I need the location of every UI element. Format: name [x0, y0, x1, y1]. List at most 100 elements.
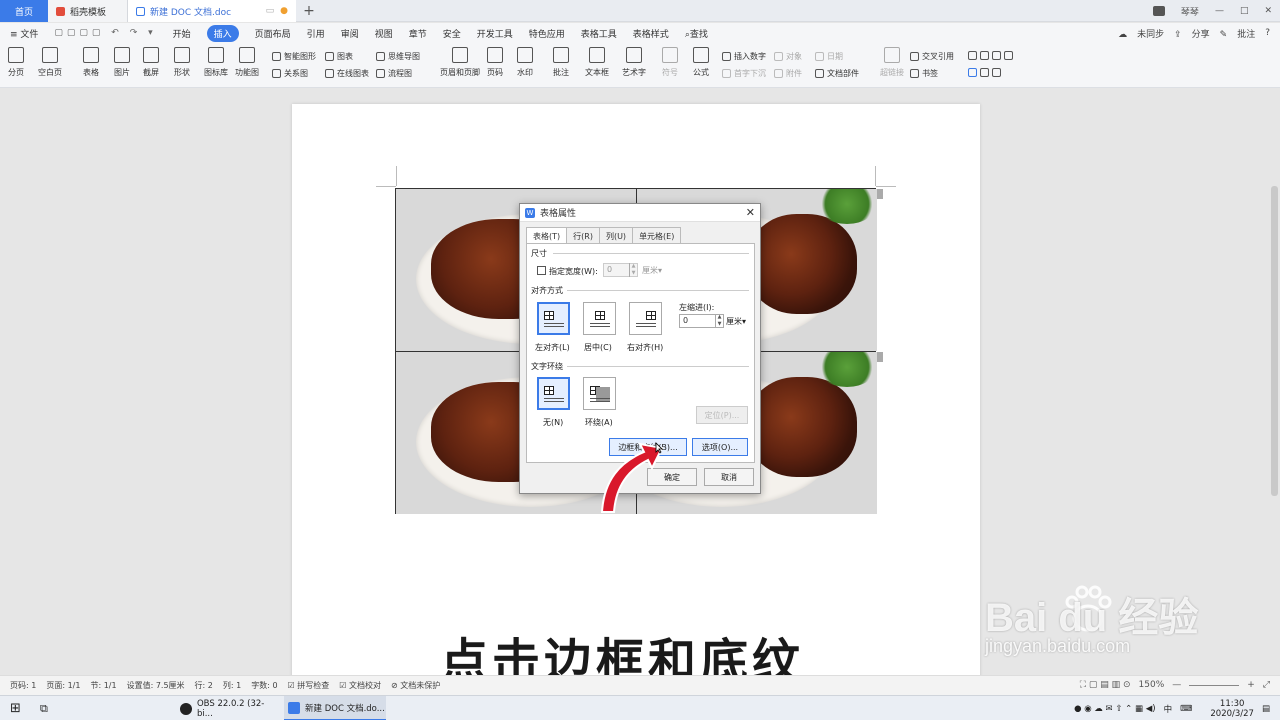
dialog-titlebar[interactable]: W 表格属性 ✕	[520, 204, 760, 222]
mindmap-button[interactable]: 思维导图	[376, 51, 420, 62]
close-button[interactable]: ✕	[1264, 6, 1272, 16]
date-button[interactable]: 日期	[815, 51, 843, 62]
comment-insert-button[interactable]: 批注	[553, 47, 569, 78]
tab-table-style[interactable]: 表格样式	[633, 27, 669, 40]
protect-button[interactable]: ⊘ 文档未保护	[391, 680, 440, 691]
bookmark-button[interactable]: 书签	[910, 68, 938, 79]
tab-references[interactable]: 引用	[307, 27, 325, 40]
page-break-button[interactable]: 分页	[8, 47, 24, 78]
align-left-option[interactable]	[537, 302, 570, 335]
status-page[interactable]: 页面: 1/1	[46, 680, 80, 691]
watermark-button[interactable]: 水印	[517, 47, 533, 78]
taskbar-obs[interactable]: OBS 22.0.2 (32-bi...	[176, 696, 280, 720]
flowchart-button[interactable]: 流程图	[376, 68, 412, 79]
tab-home[interactable]: 首页	[0, 0, 48, 22]
object-button[interactable]: 对象	[774, 51, 802, 62]
table-button[interactable]: 表格	[83, 47, 99, 78]
indent-unit-dropdown[interactable]: 厘米▾	[726, 316, 746, 327]
quick-access-icons[interactable]: ▢▢▢▢ ↶ ↷ ▾	[54, 28, 156, 38]
zoom-in-button[interactable]: +	[1247, 680, 1255, 690]
clock[interactable]: 11:30 2020/3/27	[1202, 699, 1254, 719]
blank-page-button[interactable]: 空白页	[38, 47, 62, 78]
width-spinner[interactable]: ▲ ▼	[629, 263, 637, 277]
tab-special[interactable]: 特色应用	[529, 27, 565, 40]
left-indent-spinner[interactable]: ▲ ▼	[715, 314, 723, 328]
new-tab-button[interactable]: +	[300, 0, 318, 22]
specify-width-checkbox[interactable]	[537, 266, 546, 275]
task-view-icon[interactable]: ⧉	[40, 696, 48, 720]
windows-start-icon[interactable]: ⊞	[10, 696, 21, 720]
status-setting[interactable]: 设置值: 7.5厘米	[127, 680, 185, 691]
status-words[interactable]: 字数: 0	[251, 680, 277, 691]
insert-number-button[interactable]: 插入数字	[722, 51, 766, 62]
help-button[interactable]: ?	[1265, 28, 1270, 38]
comment-button[interactable]: ✎ 批注	[1220, 27, 1256, 40]
drop-cap-button[interactable]: 首字下沉	[722, 68, 766, 79]
tray-icons[interactable]: ● ◉ ☁ ✉ ⇧ ⌃ ▦ ◀)	[1074, 704, 1156, 714]
view-mode-icons[interactable]: ⛶ ▢ ▤ ▥ ⊙	[1080, 680, 1131, 690]
screenshot-button[interactable]: 截屏	[143, 47, 159, 78]
status-section[interactable]: 节: 1/1	[90, 680, 116, 691]
tab-page-layout[interactable]: 页面布局	[255, 27, 291, 40]
notification-icon[interactable]: ▤	[1262, 704, 1270, 714]
tab-insert[interactable]: 插入	[206, 24, 239, 42]
align-right-option[interactable]	[629, 302, 662, 335]
extra-tools-row2[interactable]	[968, 68, 1004, 77]
relation-button[interactable]: 关系图	[272, 68, 308, 79]
zoom-out-button[interactable]: —	[1172, 680, 1181, 690]
tab-review[interactable]: 审阅	[341, 27, 359, 40]
ime-indicator[interactable]: 中	[1164, 703, 1173, 715]
tab-table-tools[interactable]: 表格工具	[581, 27, 617, 40]
vertical-scrollbar[interactable]	[1271, 186, 1278, 496]
icon-library-button[interactable]: 图标库	[204, 47, 228, 78]
taskbar-wps[interactable]: 新建 DOC 文档.do...	[284, 696, 386, 720]
minimize-button[interactable]: —	[1215, 6, 1224, 16]
page-number-button[interactable]: 页码	[487, 47, 503, 78]
symbol-button[interactable]: 符号	[662, 47, 678, 78]
tab-developer[interactable]: 开发工具	[477, 27, 513, 40]
cross-ref-button[interactable]: 交叉引用	[910, 51, 954, 62]
formula-button[interactable]: 公式	[693, 47, 709, 78]
tab-view[interactable]: 视图	[375, 27, 393, 40]
user-name[interactable]: 琴琴	[1181, 5, 1199, 18]
restore-button[interactable]: □	[1240, 6, 1249, 16]
chart-button[interactable]: 图表	[325, 51, 353, 62]
sync-button[interactable]: ☁ 未同步	[1118, 27, 1164, 40]
tab-security[interactable]: 安全	[443, 27, 461, 40]
zoom-level[interactable]: 150%	[1139, 680, 1165, 690]
window-count-badge[interactable]: 1	[1153, 6, 1165, 16]
align-center-option[interactable]	[583, 302, 616, 335]
online-chart-button[interactable]: 在线图表	[325, 68, 369, 79]
tab-templates[interactable]: 稻壳模板	[48, 0, 128, 22]
header-footer-button[interactable]: 页眉和页脚	[440, 47, 480, 78]
textbox-button[interactable]: 文本框	[585, 47, 609, 78]
wrap-none-option[interactable]	[537, 377, 570, 410]
tab-chapter[interactable]: 章节	[409, 27, 427, 40]
tab-start[interactable]: 开始	[173, 27, 191, 40]
art-text-button[interactable]: 艺术字	[622, 47, 646, 78]
tab-menu-icon[interactable]: ▭	[266, 6, 275, 16]
zoom-slider[interactable]	[1189, 684, 1240, 686]
picture-button[interactable]: 图片	[114, 47, 130, 78]
position-button[interactable]: 定位(P)...	[696, 406, 748, 424]
share-button[interactable]: ⇪ 分享	[1174, 27, 1210, 40]
row-resize-handle[interactable]	[877, 189, 883, 199]
menu-file[interactable]: ≡ 文件	[10, 27, 38, 40]
row-resize-handle[interactable]	[877, 352, 883, 362]
function-chart-button[interactable]: 功能图	[235, 47, 259, 78]
cancel-button[interactable]: 取消	[704, 468, 754, 486]
shape-button[interactable]: 形状	[174, 47, 190, 78]
keyboard-icon[interactable]: ⌨	[1180, 704, 1192, 714]
status-row[interactable]: 行: 2	[195, 680, 213, 691]
doc-parts-button[interactable]: 文档部件	[815, 68, 859, 79]
search-button[interactable]: ⌕查找	[685, 27, 708, 40]
fit-icon[interactable]: ⤢	[1263, 680, 1270, 690]
dialog-close-icon[interactable]: ✕	[746, 206, 755, 219]
attachment-button[interactable]: 附件	[774, 68, 802, 79]
proofread-button[interactable]: ☑ 文档校对	[339, 680, 381, 691]
options-button[interactable]: 选项(O)...	[692, 438, 748, 456]
status-col[interactable]: 列: 1	[223, 680, 241, 691]
dialog-tab-table[interactable]: 表格(T)	[526, 227, 568, 243]
hyperlink-button[interactable]: 超链接	[880, 47, 904, 78]
width-unit-dropdown[interactable]: 厘米▾	[642, 265, 662, 276]
